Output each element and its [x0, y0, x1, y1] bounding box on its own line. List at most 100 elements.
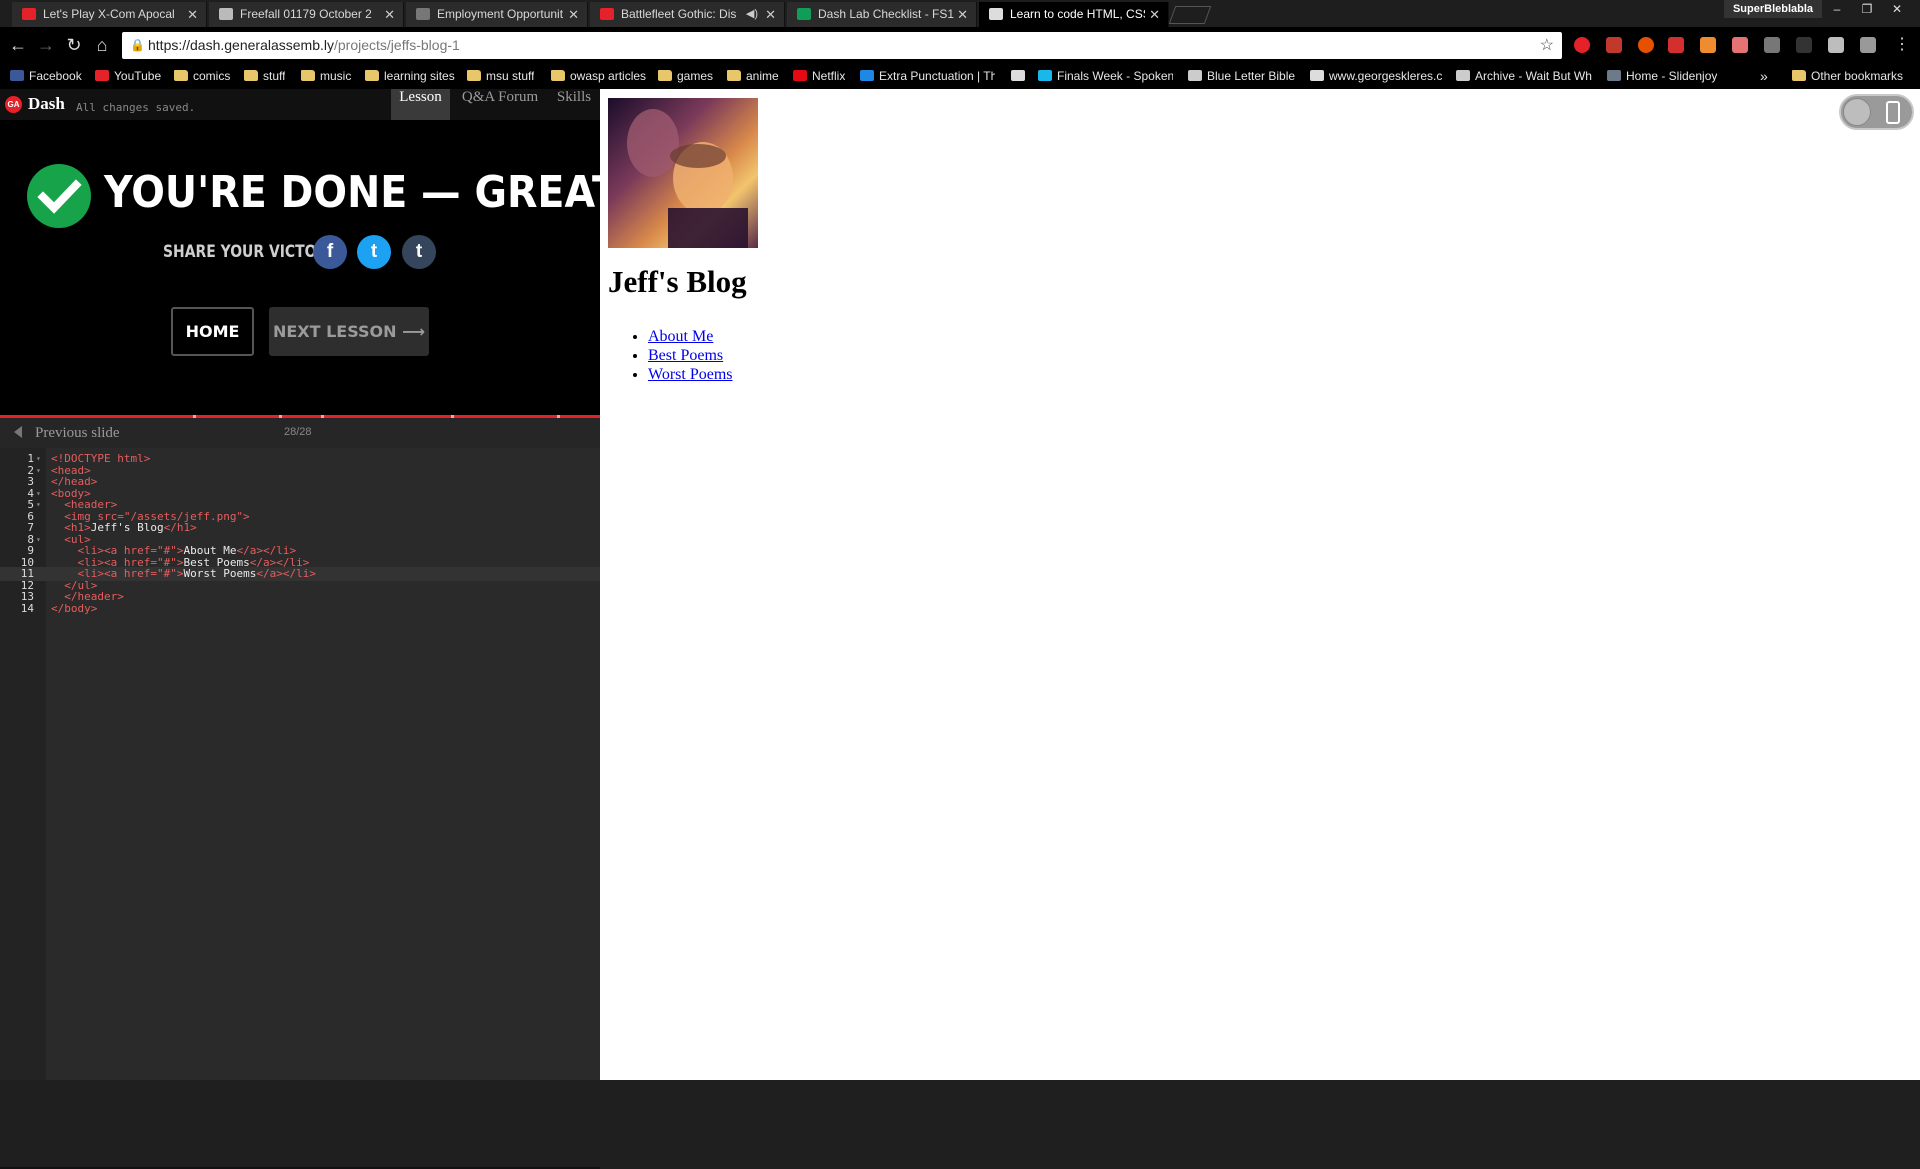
- tab-skills[interactable]: Skills: [552, 89, 596, 120]
- bookmark-item[interactable]: YouTube: [95, 64, 161, 89]
- page-icon: [989, 8, 1003, 20]
- bookmark-item[interactable]: Netflix: [793, 64, 845, 89]
- bookmark-item[interactable]: www.georgeskleres.c: [1310, 64, 1442, 89]
- bookmark-item[interactable]: Archive - Wait But Wh: [1456, 64, 1592, 89]
- extension-icon[interactable]: [1732, 37, 1748, 53]
- folder-icon: [244, 70, 258, 81]
- close-tab-icon[interactable]: ✕: [1149, 2, 1160, 27]
- menu-icon[interactable]: ⋮: [1892, 35, 1912, 55]
- facebook-icon: [10, 70, 24, 81]
- folder-icon: [551, 70, 565, 81]
- netflix-icon: [793, 70, 807, 81]
- reload-button[interactable]: ↻: [64, 35, 84, 55]
- other-bookmarks[interactable]: Other bookmarks: [1792, 64, 1903, 89]
- page-icon: [1011, 70, 1025, 81]
- extension-icon[interactable]: [1860, 37, 1876, 53]
- youtube-icon: [600, 8, 614, 20]
- browser-tab[interactable]: Employment Opportunit ✕: [406, 2, 588, 27]
- bookmark-folder[interactable]: music: [301, 64, 351, 89]
- facebook-share-icon[interactable]: f: [313, 235, 347, 269]
- bookmark-folder[interactable]: comics: [174, 64, 230, 89]
- extension-icon[interactable]: [1764, 37, 1780, 53]
- close-tab-icon[interactable]: ✕: [187, 2, 198, 27]
- home-button[interactable]: ⌂: [92, 35, 112, 55]
- bookmark-folder[interactable]: stuff: [244, 64, 285, 89]
- bookmark-item[interactable]: Extra Punctuation | Th: [860, 64, 995, 89]
- speaker-icon[interactable]: ◀): [746, 2, 758, 27]
- browser-tab[interactable]: Let's Play X-Com Apocal ✕: [12, 2, 207, 27]
- home-lesson-button[interactable]: HOME: [171, 307, 254, 356]
- folder-icon: [1792, 70, 1806, 81]
- forward-button[interactable]: →: [36, 35, 56, 55]
- slide-navigation: Previous slide 28/28: [0, 418, 600, 448]
- bookmark-item[interactable]: Facebook: [10, 64, 82, 89]
- site-icon: [1456, 70, 1470, 81]
- more-bookmarks-button[interactable]: »: [1760, 64, 1768, 89]
- twitter-share-icon[interactable]: t: [357, 235, 391, 269]
- ga-logo-icon[interactable]: GA: [5, 96, 22, 113]
- check-icon: [27, 164, 91, 228]
- tab-lesson[interactable]: Lesson: [391, 89, 450, 120]
- toggle-knob: [1843, 98, 1871, 126]
- site-icon: [860, 70, 874, 81]
- close-tab-icon[interactable]: ✕: [568, 2, 579, 27]
- site-icon: [1607, 70, 1621, 81]
- folder-icon: [727, 70, 741, 81]
- youtube-icon: [95, 70, 109, 81]
- previous-slide-button[interactable]: Previous slide: [35, 425, 120, 442]
- worst-poems-link[interactable]: Worst Poems: [648, 366, 733, 383]
- close-tab-icon[interactable]: ✕: [765, 2, 776, 27]
- mobile-view-toggle[interactable]: [1839, 94, 1914, 130]
- left-arrow-icon[interactable]: [14, 426, 22, 438]
- youtube-icon: [22, 8, 36, 20]
- page-icon: [1310, 70, 1324, 81]
- address-bar[interactable]: 🔒 https://dash.generalassemb.ly/projects…: [122, 32, 1562, 59]
- profile-button[interactable]: SuperBleblabla: [1724, 0, 1822, 18]
- bookmark-folder[interactable]: games: [658, 64, 713, 89]
- lesson-panel: GA Dash All changes saved. Lesson Q&A Fo…: [0, 89, 730, 1169]
- extension-icon[interactable]: [1668, 37, 1684, 53]
- next-lesson-button[interactable]: NEXT LESSON ⟶: [269, 307, 429, 356]
- url-path: /projects/jeffs-blog-1: [334, 37, 460, 53]
- bookmark-item[interactable]: Blue Letter Bible: [1188, 64, 1295, 89]
- code-text: </body>: [51, 601, 98, 615]
- browser-tab[interactable]: Dash Lab Checklist - FS1 ✕: [787, 2, 977, 27]
- bookmark-folder[interactable]: owasp articles: [551, 64, 646, 89]
- extension-icon[interactable]: [1574, 37, 1590, 53]
- close-tab-icon[interactable]: ✕: [957, 2, 968, 27]
- close-tab-icon[interactable]: ✕: [384, 2, 395, 27]
- browser-tab[interactable]: Battlefleet Gothic: Dis ◀) ✕: [590, 2, 785, 27]
- new-tab-button[interactable]: [1168, 6, 1212, 24]
- bookmark-star-icon[interactable]: ☆: [1540, 32, 1554, 59]
- dash-header: GA Dash All changes saved. Lesson Q&A Fo…: [0, 89, 600, 120]
- preview-pane: Jeff's Blog About Me Best Poems Worst Po…: [600, 89, 1920, 1080]
- browser-tab-active[interactable]: Learn to code HTML, CSS ✕: [979, 2, 1169, 27]
- extension-icon[interactable]: [1828, 37, 1844, 53]
- bookmark-item[interactable]: Home - Slidenjoy: [1607, 64, 1717, 89]
- bookmark-folder[interactable]: learning sites: [365, 64, 455, 89]
- extension-icon[interactable]: [1638, 37, 1654, 53]
- bookmark-item[interactable]: [1011, 64, 1030, 89]
- extension-icon[interactable]: [1606, 37, 1622, 53]
- dash-title[interactable]: Dash: [28, 94, 65, 114]
- code-editor[interactable]: 1 ▾ <!DOCTYPE html> 2 ▾ <head> 3 </head> 4 ▾ <body…: [0, 448, 600, 1080]
- tumblr-share-icon[interactable]: t: [402, 235, 436, 269]
- bookmark-item[interactable]: Finals Week - Spoken: [1038, 64, 1173, 89]
- lock-icon: 🔒: [130, 38, 145, 52]
- extension-icon[interactable]: [1700, 37, 1716, 53]
- close-window-button[interactable]: ✕: [1882, 0, 1912, 18]
- minimize-button[interactable]: –: [1822, 0, 1852, 18]
- extension-icon[interactable]: [1796, 37, 1812, 53]
- folder-icon: [365, 70, 379, 81]
- bookmark-folder[interactable]: anime: [727, 64, 779, 89]
- slide-counter: 28/28: [284, 426, 312, 438]
- tab-qa-forum[interactable]: Q&A Forum: [455, 89, 545, 120]
- code-line[interactable]: 14 </body>: [0, 602, 600, 616]
- about-me-link[interactable]: About Me: [648, 328, 713, 345]
- restore-button[interactable]: ❐: [1852, 0, 1882, 18]
- bookmarks-bar: Facebook YouTube comics stuff music lear…: [0, 64, 1920, 89]
- browser-tab[interactable]: Freefall 01179 October 2 ✕: [209, 2, 404, 27]
- bookmark-folder[interactable]: msu stuff: [467, 64, 534, 89]
- best-poems-link[interactable]: Best Poems: [648, 347, 723, 364]
- back-button[interactable]: ←: [8, 35, 28, 55]
